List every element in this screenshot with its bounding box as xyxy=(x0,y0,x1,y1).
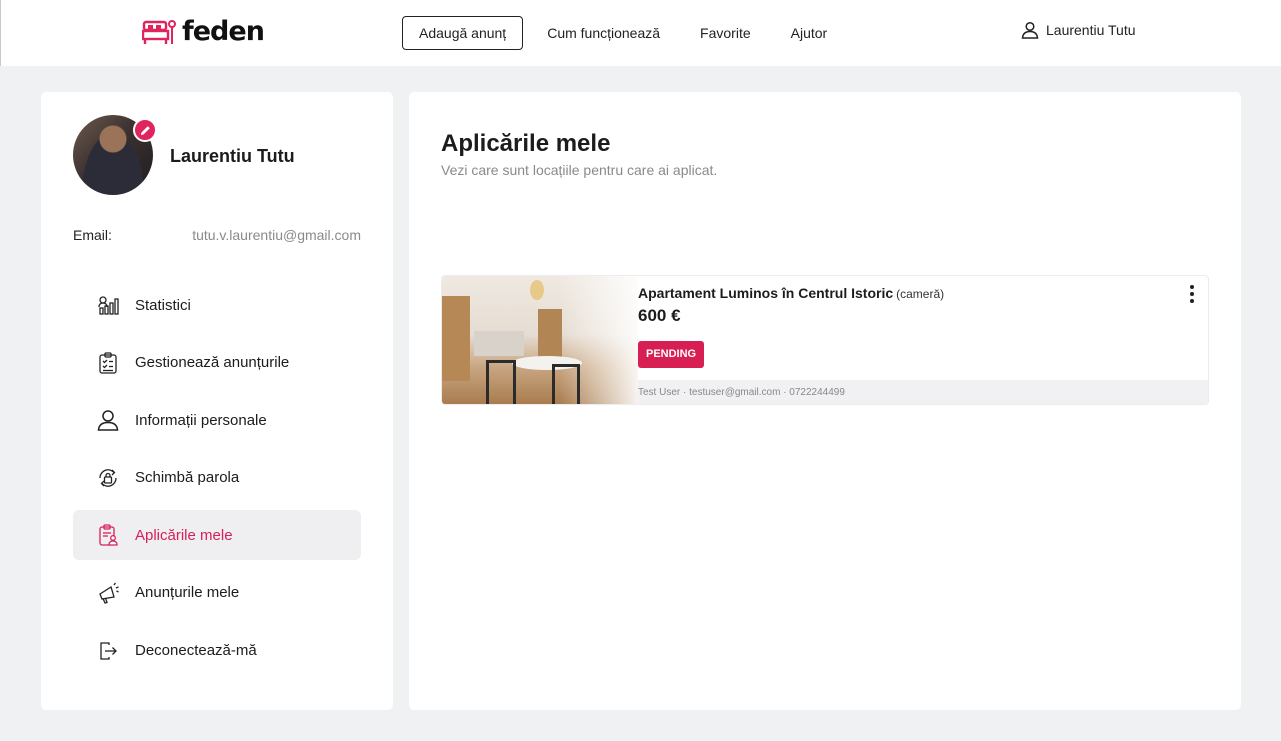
avatar-container xyxy=(73,115,157,195)
menu-item-label: Informații personale xyxy=(135,411,267,429)
email-label: Email: xyxy=(73,227,112,243)
nav-how-it-works[interactable]: Cum funcționează xyxy=(547,17,660,49)
nav-favorites[interactable]: Favorite xyxy=(700,17,751,49)
listing-contact: Test User · testuser@gmail.com · 0722244… xyxy=(638,380,1208,404)
user-menu-name: Laurentiu Tutu xyxy=(1046,22,1136,38)
top-navbar: feden Adaugă anunț Cum funcționează Favo… xyxy=(0,0,1281,66)
menu-item-change-password[interactable]: Schimbă parola xyxy=(73,453,361,503)
menu-item-label: Gestionează anunțurile xyxy=(135,354,290,372)
listing-photo[interactable] xyxy=(442,276,638,404)
lock-refresh-icon xyxy=(96,466,120,490)
add-listing-button[interactable]: Adaugă anunț xyxy=(402,16,524,50)
user-icon xyxy=(96,408,120,432)
menu-item-label: Aplicările mele xyxy=(135,526,233,544)
listing-title-row[interactable]: Apartament Luminos în Centrul Istoric (ca… xyxy=(638,285,944,301)
menu-item-manage-listings[interactable]: Gestionează anunțurile xyxy=(73,338,361,388)
more-options-icon[interactable] xyxy=(1184,284,1200,304)
menu-item-logout[interactable]: Deconectează-mă xyxy=(73,626,361,676)
user-menu[interactable]: Laurentiu Tutu xyxy=(1021,21,1136,39)
listing-title: Apartament Luminos în Centrul Istoric xyxy=(638,285,894,301)
menu-item-my-listings[interactable]: Anunțurile mele xyxy=(73,568,361,618)
email-value: tutu.v.laurentiu@gmail.com xyxy=(192,227,361,243)
megaphone-icon xyxy=(96,581,120,605)
menu-item-label: Anunțurile mele xyxy=(135,584,240,602)
menu-item-label: Deconectează-mă xyxy=(135,642,257,660)
bed-logo-icon xyxy=(142,20,176,44)
user-icon xyxy=(1021,21,1039,39)
menu-item-label: Schimbă parola xyxy=(135,469,240,487)
logo-text: feden xyxy=(182,16,265,47)
statistics-icon xyxy=(96,293,120,317)
page-subtitle: Vezi care sunt locațiile pentru care ai … xyxy=(441,162,718,178)
listing-price: 600 € xyxy=(638,306,681,325)
menu-item-statistics[interactable]: Statistici xyxy=(73,280,361,330)
application-card[interactable]: Apartament Luminos în Centrul Istoric (ca… xyxy=(441,275,1209,405)
menu-item-personal-info[interactable]: Informații personale xyxy=(73,395,361,445)
clipboard-user-icon xyxy=(96,523,120,547)
logo[interactable]: feden xyxy=(142,16,265,47)
logout-icon xyxy=(96,639,120,663)
clipboard-list-icon xyxy=(96,351,120,375)
menu-item-label: Statistici xyxy=(135,296,191,314)
status-badge: PENDING xyxy=(638,341,705,368)
listing-type: (cameră) xyxy=(896,287,945,301)
profile-menu: Statistici Gestionează anunțurile Inform… xyxy=(73,280,361,683)
edit-avatar-button[interactable] xyxy=(133,118,157,142)
nav-help[interactable]: Ajutor xyxy=(791,17,828,49)
profile-sidebar: Laurentiu Tutu Email: tutu.v.laurentiu@g… xyxy=(41,92,393,710)
pencil-icon xyxy=(140,125,150,135)
listing-info: Apartament Luminos în Centrul Istoric (ca… xyxy=(638,276,1208,380)
applications-panel: Aplicările mele Vezi care sunt locațiile… xyxy=(409,92,1241,710)
profile-name: Laurentiu Tutu xyxy=(170,146,295,166)
page-title: Aplicările mele xyxy=(441,130,611,157)
main-nav: Adaugă anunț Cum funcționează Favorite A… xyxy=(402,16,827,50)
menu-item-my-applications[interactable]: Aplicările mele xyxy=(73,510,361,561)
